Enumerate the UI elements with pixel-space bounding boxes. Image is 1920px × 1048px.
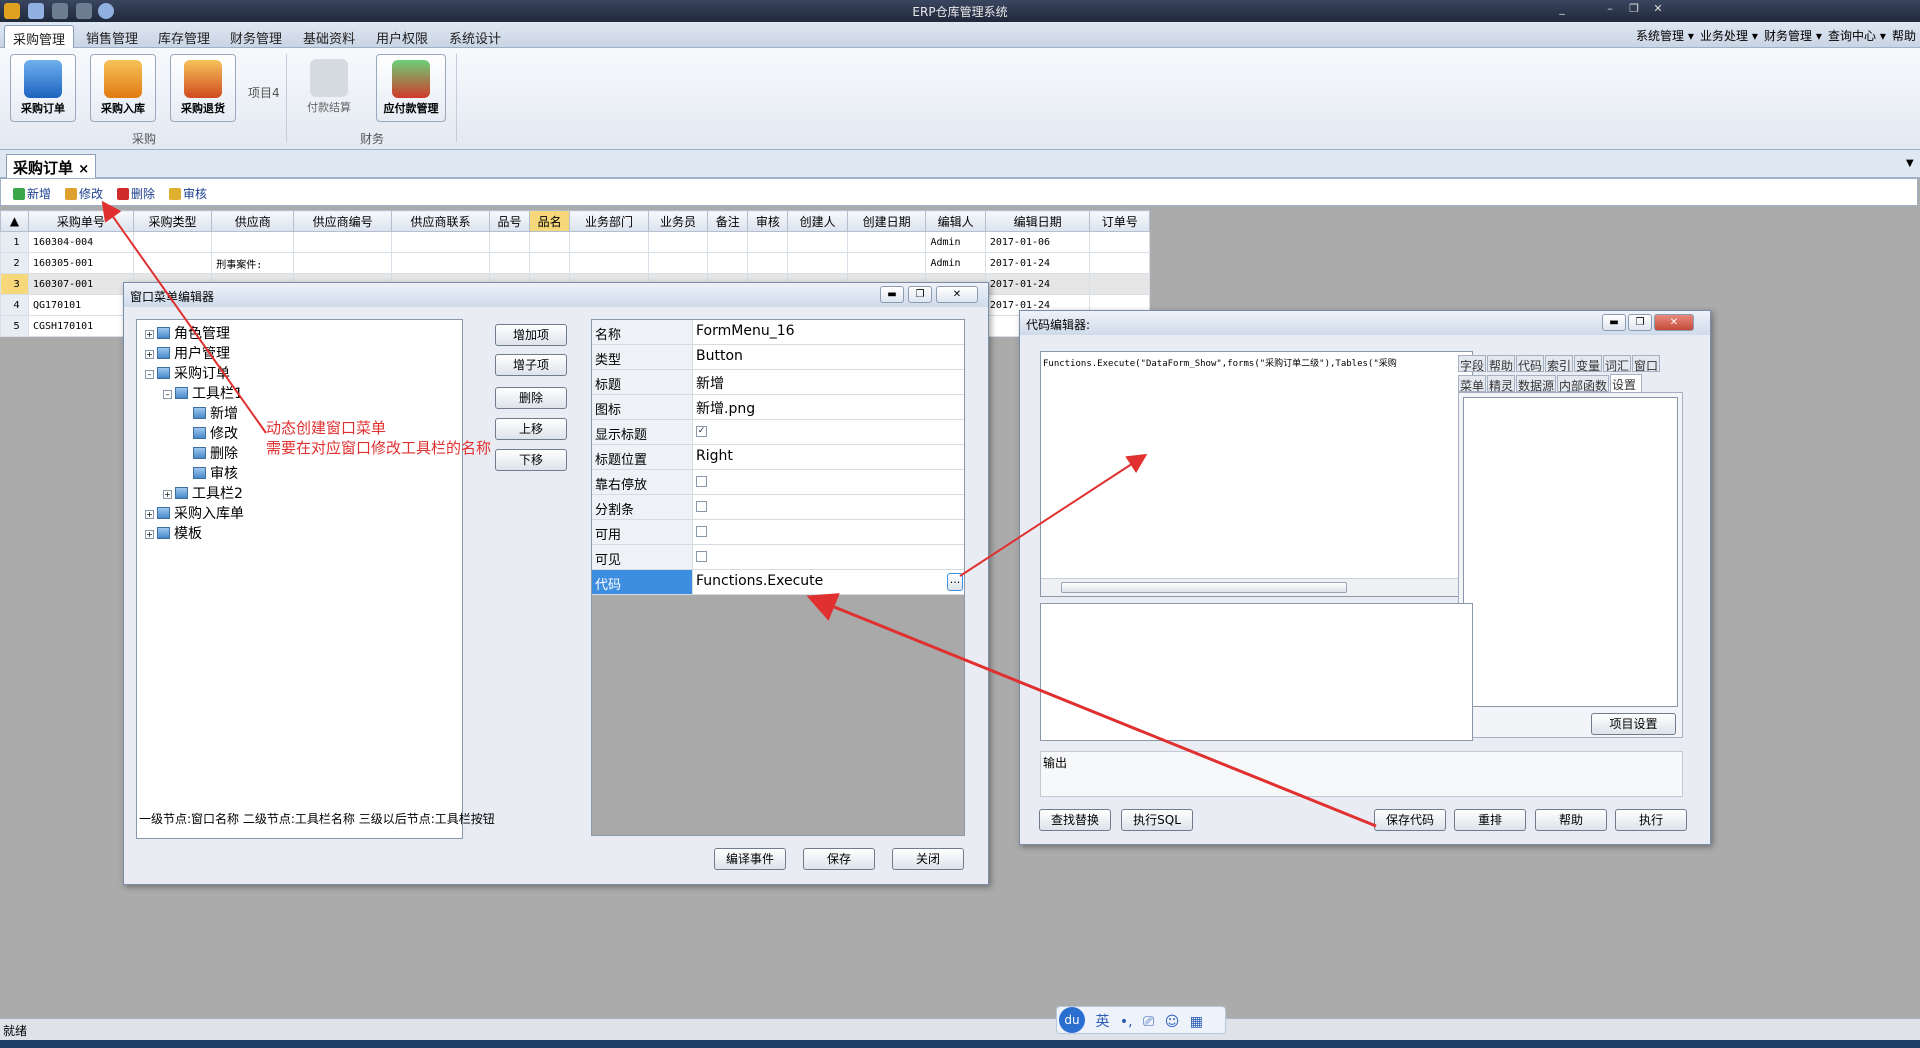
erp-window: ERP仓库管理系统 _ – ❐ ✕ 采购管理 销售管理 库存管理 财务管理 基础…: [0, 0, 1920, 1048]
status-bar: 就绪: [0, 1018, 1920, 1040]
ime-lang-icon[interactable]: 英: [1095, 1014, 1109, 1030]
ime-user-icon[interactable]: ☺: [1165, 1014, 1180, 1030]
ime-toolbar: du 英 •, ⎚ ☺ ▦: [1056, 1006, 1226, 1034]
status-text: 就绪: [3, 1024, 28, 1038]
arrow-to-edit: [101, 200, 267, 434]
arrow-to-code-prop: [806, 593, 1377, 828]
ime-punct-icon[interactable]: •,: [1120, 1014, 1133, 1030]
ime-logo-icon[interactable]: du: [1059, 1007, 1085, 1033]
ime-keyboard-icon[interactable]: ⎚: [1143, 1014, 1154, 1030]
annotation-arrows: [101, 200, 1377, 828]
ime-grid-icon[interactable]: ▦: [1190, 1014, 1203, 1030]
arrow-to-code: [959, 453, 1148, 577]
taskbar: [0, 1040, 1920, 1048]
